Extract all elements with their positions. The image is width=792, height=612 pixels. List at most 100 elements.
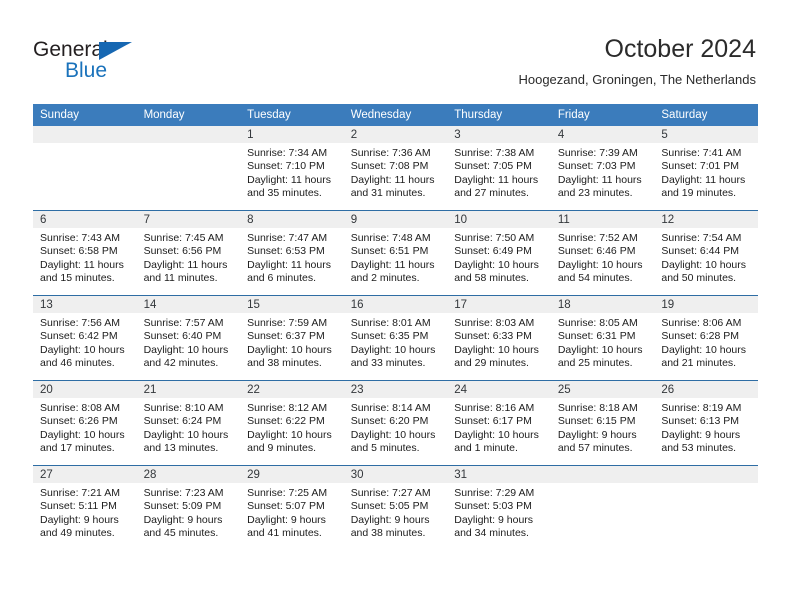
calendar-day-cell[interactable]: 29 Sunrise: 7:25 AM Sunset: 5:07 PM Dayligh… bbox=[240, 465, 344, 550]
calendar-day-cell[interactable]: 23 Sunrise: 8:14 AM Sunset: 6:20 PM Dayligh… bbox=[343, 380, 448, 466]
weekday-header-tuesday: Tuesday bbox=[240, 104, 344, 126]
day-details: Sunrise: 7:43 AM Sunset: 6:58 PM Daylight:… bbox=[33, 228, 137, 285]
calendar-day-cell[interactable]: 30 Sunrise: 7:27 AM Sunset: 5:05 PM Dayligh… bbox=[343, 465, 448, 550]
day-number: 5 bbox=[654, 126, 758, 143]
day-details: Sunrise: 8:03 AM Sunset: 6:33 PM Daylight:… bbox=[447, 313, 551, 370]
calendar-day-cell[interactable]: 27 Sunrise: 7:21 AM Sunset: 5:11 PM Dayligh… bbox=[33, 465, 137, 550]
day-daylight-line2-text: and 17 minutes. bbox=[40, 441, 115, 454]
calendar-day-cell[interactable]: 24 Sunrise: 8:16 AM Sunset: 6:17 PM Dayligh… bbox=[447, 380, 551, 466]
calendar-day-cell[interactable] bbox=[550, 465, 655, 550]
calendar-day-cell[interactable]: 7 Sunrise: 7:45 AM Sunset: 6:56 PM Daylight… bbox=[136, 210, 241, 296]
day-sunset-text: Sunset: 6:37 PM bbox=[247, 330, 325, 343]
day-sunset-text: Sunset: 6:13 PM bbox=[661, 415, 740, 428]
calendar-day-cell[interactable]: 21 Sunrise: 8:10 AM Sunset: 6:24 PM Dayligh… bbox=[136, 380, 241, 466]
calendar-day-cell[interactable]: 31 Sunrise: 7:29 AM Sunset: 5:03 PM Dayligh… bbox=[447, 465, 551, 550]
day-details: Sunrise: 7:23 AM Sunset: 5:09 PM Daylight:… bbox=[137, 483, 241, 540]
weekday-header-wednesday: Wednesday bbox=[343, 104, 448, 126]
day-sunrise-text: Sunrise: 7:57 AM bbox=[143, 317, 224, 329]
day-sunrise-text: Sunrise: 8:10 AM bbox=[143, 402, 224, 414]
day-daylight-line1-text: Daylight: 10 hours bbox=[143, 343, 229, 356]
day-sunrise-text: Sunrise: 7:27 AM bbox=[350, 487, 431, 499]
day-daylight-line2-text: and 50 minutes. bbox=[661, 271, 737, 284]
day-daylight-line2-text: and 35 minutes. bbox=[247, 186, 322, 199]
day-daylight-line2-text: and 5 minutes. bbox=[350, 441, 420, 454]
calendar-day-cell[interactable]: 13 Sunrise: 7:56 AM Sunset: 6:42 PM Dayligh… bbox=[33, 295, 137, 381]
day-number: 2 bbox=[343, 126, 448, 143]
calendar-day-cell[interactable]: 26 Sunrise: 8:19 AM Sunset: 6:13 PM Dayligh… bbox=[654, 380, 758, 466]
day-daylight-line1-text: Daylight: 10 hours bbox=[454, 343, 539, 356]
day-number bbox=[33, 126, 137, 143]
general-blue-logo[interactable]: General Blue bbox=[33, 38, 193, 84]
calendar-day-cell[interactable]: 8 Sunrise: 7:47 AM Sunset: 6:53 PM Daylight… bbox=[240, 210, 344, 296]
calendar-day-cell[interactable] bbox=[136, 126, 241, 211]
calendar-day-cell[interactable] bbox=[654, 465, 758, 550]
day-sunrise-text: Sunrise: 8:01 AM bbox=[350, 317, 431, 329]
calendar-day-cell[interactable]: 20 Sunrise: 8:08 AM Sunset: 6:26 PM Dayligh… bbox=[33, 380, 137, 466]
day-daylight-line2-text: and 15 minutes. bbox=[40, 271, 115, 284]
day-details: Sunrise: 7:57 AM Sunset: 6:40 PM Daylight:… bbox=[137, 313, 241, 370]
day-sunset-text: Sunset: 6:42 PM bbox=[40, 330, 118, 343]
calendar-day-cell[interactable]: 9 Sunrise: 7:48 AM Sunset: 6:51 PM Daylight… bbox=[343, 210, 448, 296]
page-subtitle: Hoogezand, Groningen, The Netherlands bbox=[518, 72, 756, 87]
day-details bbox=[551, 483, 655, 487]
day-sunrise-text: Sunrise: 7:47 AM bbox=[247, 232, 328, 244]
calendar-day-cell[interactable]: 14 Sunrise: 7:57 AM Sunset: 6:40 PM Dayligh… bbox=[136, 295, 241, 381]
page-header: General Blue October 2024 Hoogezand, Gro… bbox=[0, 0, 792, 100]
day-details: Sunrise: 8:16 AM Sunset: 6:17 PM Daylight:… bbox=[447, 398, 551, 455]
calendar-day-cell[interactable]: 25 Sunrise: 8:18 AM Sunset: 6:15 PM Dayligh… bbox=[550, 380, 655, 466]
calendar-day-cell[interactable]: 2 Sunrise: 7:36 AM Sunset: 7:08 PM Daylight… bbox=[343, 126, 448, 211]
day-details: Sunrise: 7:45 AM Sunset: 6:56 PM Daylight:… bbox=[137, 228, 241, 285]
day-number: 7 bbox=[136, 211, 241, 228]
calendar-day-cell[interactable]: 4 Sunrise: 7:39 AM Sunset: 7:03 PM Daylight… bbox=[550, 126, 655, 211]
calendar-day-cell[interactable]: 28 Sunrise: 7:23 AM Sunset: 5:09 PM Dayligh… bbox=[136, 465, 241, 550]
calendar-day-cell[interactable]: 18 Sunrise: 8:05 AM Sunset: 6:31 PM Dayligh… bbox=[550, 295, 655, 381]
calendar-day-cell[interactable]: 1 Sunrise: 7:34 AM Sunset: 7:10 PM Daylight… bbox=[240, 126, 344, 211]
day-daylight-line2-text: and 57 minutes. bbox=[557, 441, 633, 454]
day-sunrise-text: Sunrise: 8:05 AM bbox=[557, 317, 638, 329]
day-daylight-line1-text: Daylight: 11 hours bbox=[350, 258, 435, 271]
day-daylight-line1-text: Daylight: 10 hours bbox=[247, 428, 332, 441]
day-sunset-text: Sunset: 6:24 PM bbox=[143, 415, 222, 428]
calendar-day-cell[interactable]: 19 Sunrise: 8:06 AM Sunset: 6:28 PM Dayligh… bbox=[654, 295, 758, 381]
day-daylight-line1-text: Daylight: 10 hours bbox=[247, 343, 332, 356]
calendar-header-row: Sunday Monday Tuesday Wednesday Thursday… bbox=[33, 104, 758, 126]
calendar-day-cell[interactable]: 6 Sunrise: 7:43 AM Sunset: 6:58 PM Daylight… bbox=[33, 210, 137, 296]
calendar-day-cell[interactable]: 17 Sunrise: 8:03 AM Sunset: 6:33 PM Dayligh… bbox=[447, 295, 551, 381]
calendar-day-cell[interactable]: 3 Sunrise: 7:38 AM Sunset: 7:05 PM Daylight… bbox=[447, 126, 551, 211]
day-sunrise-text: Sunrise: 8:12 AM bbox=[247, 402, 328, 414]
day-details: Sunrise: 7:27 AM Sunset: 5:05 PM Daylight:… bbox=[344, 483, 448, 540]
calendar-grid: Sunday Monday Tuesday Wednesday Thursday… bbox=[33, 104, 758, 550]
calendar-week-row: 1 Sunrise: 7:34 AM Sunset: 7:10 PM Daylight… bbox=[33, 126, 758, 211]
day-number: 23 bbox=[343, 381, 448, 398]
day-daylight-line1-text: Daylight: 9 hours bbox=[143, 513, 223, 526]
calendar-day-cell[interactable]: 12 Sunrise: 7:54 AM Sunset: 6:44 PM Dayligh… bbox=[654, 210, 758, 296]
day-sunrise-text: Sunrise: 8:18 AM bbox=[557, 402, 638, 414]
day-sunset-text: Sunset: 6:56 PM bbox=[143, 245, 222, 258]
day-daylight-line2-text: and 38 minutes. bbox=[350, 526, 426, 539]
day-details: Sunrise: 7:21 AM Sunset: 5:11 PM Daylight:… bbox=[33, 483, 137, 540]
day-details: Sunrise: 7:25 AM Sunset: 5:07 PM Daylight:… bbox=[240, 483, 344, 540]
day-number: 10 bbox=[447, 211, 551, 228]
day-number: 8 bbox=[240, 211, 344, 228]
day-details: Sunrise: 8:06 AM Sunset: 6:28 PM Daylight:… bbox=[654, 313, 758, 370]
day-details: Sunrise: 8:19 AM Sunset: 6:13 PM Daylight:… bbox=[654, 398, 758, 455]
calendar-day-cell[interactable]: 16 Sunrise: 8:01 AM Sunset: 6:35 PM Dayligh… bbox=[343, 295, 448, 381]
day-daylight-line2-text: and 38 minutes. bbox=[247, 356, 322, 369]
day-details: Sunrise: 8:12 AM Sunset: 6:22 PM Daylight:… bbox=[240, 398, 344, 455]
calendar-week-row: 13 Sunrise: 7:56 AM Sunset: 6:42 PM Dayligh… bbox=[33, 295, 758, 381]
day-sunrise-text: Sunrise: 8:16 AM bbox=[454, 402, 535, 414]
calendar-day-cell[interactable]: 11 Sunrise: 7:52 AM Sunset: 6:46 PM Dayligh… bbox=[550, 210, 655, 296]
calendar-day-cell[interactable] bbox=[33, 126, 137, 211]
day-number: 19 bbox=[654, 296, 758, 313]
day-sunrise-text: Sunrise: 8:19 AM bbox=[661, 402, 742, 414]
weekday-header-friday: Friday bbox=[550, 104, 655, 126]
logo-text-blue: Blue bbox=[65, 59, 108, 82]
calendar-day-cell[interactable]: 10 Sunrise: 7:50 AM Sunset: 6:49 PM Dayligh… bbox=[447, 210, 551, 296]
day-daylight-line1-text: Daylight: 10 hours bbox=[454, 428, 539, 441]
calendar-day-cell[interactable]: 15 Sunrise: 7:59 AM Sunset: 6:37 PM Dayligh… bbox=[240, 295, 344, 381]
day-number: 3 bbox=[447, 126, 551, 143]
calendar-day-cell[interactable]: 5 Sunrise: 7:41 AM Sunset: 7:01 PM Daylight… bbox=[654, 126, 758, 211]
day-number: 14 bbox=[136, 296, 241, 313]
calendar-day-cell[interactable]: 22 Sunrise: 8:12 AM Sunset: 6:22 PM Dayligh… bbox=[240, 380, 344, 466]
day-details bbox=[654, 483, 758, 487]
